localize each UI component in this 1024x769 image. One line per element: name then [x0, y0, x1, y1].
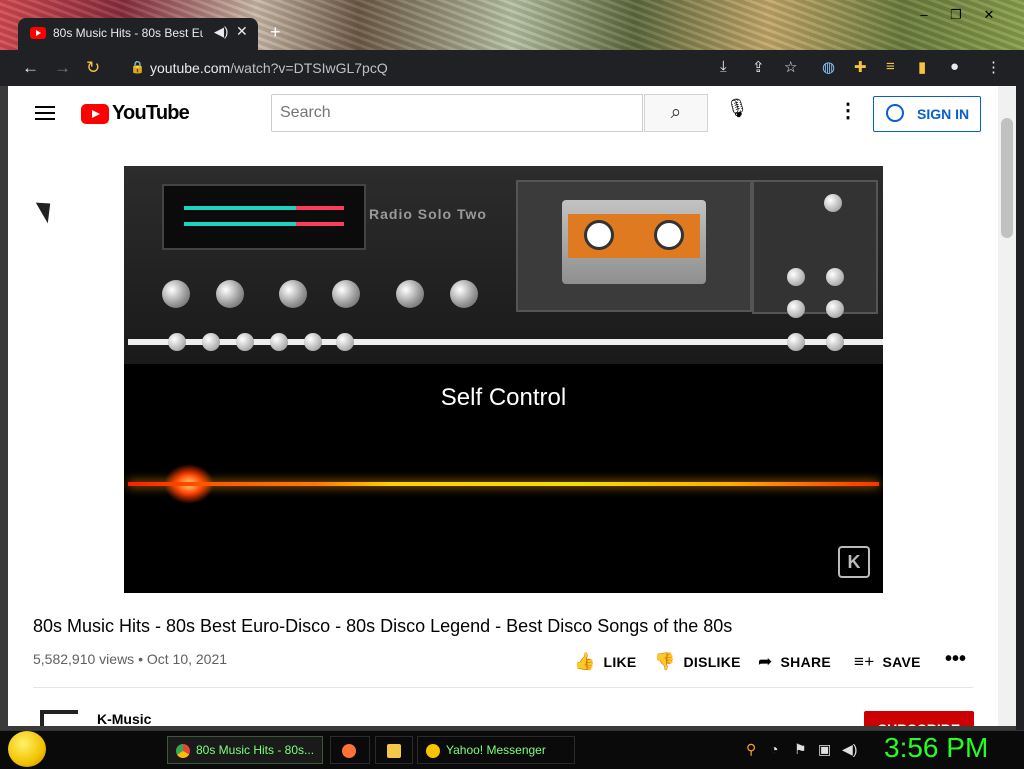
forward-arrow-icon[interactable]: →	[54, 58, 71, 78]
channel-name[interactable]: K-Music	[97, 711, 151, 726]
user-circle-icon	[886, 104, 904, 122]
search-input[interactable]	[271, 94, 643, 132]
media-queue-icon[interactable]: ≡	[886, 58, 895, 75]
taskbar-item-yahoo-messenger[interactable]: Yahoo! Messenger	[417, 736, 575, 764]
flag-icon[interactable]: ⚑	[794, 741, 807, 758]
youtube-logo-text[interactable]: YouTube	[112, 102, 190, 125]
taskbar: 80s Music Hits - 80s... Yahoo! Messenger…	[0, 730, 1024, 769]
start-smiley-icon[interactable]	[8, 731, 46, 767]
back-arrow-icon[interactable]: ←	[22, 58, 39, 78]
more-actions-icon[interactable]: •••	[945, 648, 966, 671]
subscribe-button[interactable]: SUBSCRIBE	[864, 711, 974, 726]
share-button[interactable]: ➦ SHARE	[758, 652, 831, 672]
browser-tab[interactable]: 80s Music Hits - 80s Best Euro-Disco ◀) …	[18, 18, 258, 50]
profile-flag-icon[interactable]: ◍	[822, 58, 835, 76]
extensions-puzzle-icon[interactable]: ✚	[854, 58, 867, 76]
deck-name: Radio Solo Two	[369, 206, 487, 222]
speaker-icon[interactable]: ◀)	[214, 24, 228, 40]
sign-in-button[interactable]: SIGN IN	[873, 96, 981, 132]
chrome-icon	[176, 743, 190, 758]
cassette-tape	[562, 200, 706, 284]
taskbar-clock[interactable]: 3:56 PM	[884, 732, 988, 764]
save-button[interactable]: ≡+ SAVE	[854, 652, 921, 672]
search-icon[interactable]: ⚲	[746, 741, 756, 758]
address-bar[interactable]: 🔒 youtube.com/watch?v=DTSIwGL7pcQ	[118, 54, 808, 82]
tape-deck-artwork: Radio Solo Two	[124, 166, 883, 364]
channel-avatar[interactable]	[40, 710, 78, 726]
video-player[interactable]: Radio Solo Two Self Control K	[124, 166, 883, 593]
mouse-cursor-icon	[35, 196, 59, 224]
youtube-logo-icon[interactable]	[81, 104, 109, 124]
bookmark-star-icon[interactable]: ☆	[784, 58, 797, 76]
taskbar-item-folder[interactable]	[375, 736, 413, 764]
maximize-button[interactable]: ❐	[945, 6, 967, 24]
volume-icon[interactable]: ◀)	[842, 741, 857, 758]
share-arrow-icon: ➦	[758, 652, 773, 671]
tray-status-icon[interactable]: ◔	[770, 741, 778, 757]
tab-title: 80s Music Hits - 80s Best Euro-Disco	[53, 26, 203, 40]
lock-icon: 🔒	[130, 60, 145, 74]
close-window-button[interactable]: ✕	[978, 6, 1000, 24]
video-meta: 5,582,910 views • Oct 10, 2021	[33, 651, 228, 667]
account-avatar-icon[interactable]: ●	[950, 58, 959, 75]
like-button[interactable]: 👍 LIKE	[574, 652, 637, 672]
audio-waveform	[128, 482, 879, 486]
thumbs-up-icon: 👍	[574, 652, 596, 671]
cassette-window	[516, 180, 752, 312]
page-scrollbar[interactable]	[998, 86, 1016, 726]
playlist-add-icon: ≡+	[854, 652, 875, 671]
youtube-favicon-icon	[30, 27, 46, 39]
thumbs-down-icon: 👎	[654, 652, 676, 671]
video-title: 80s Music Hits - 80s Best Euro-Disco - 8…	[33, 616, 733, 636]
window-edge	[1016, 50, 1024, 730]
vu-meter	[162, 184, 366, 250]
minimize-button[interactable]: –	[913, 6, 935, 24]
dislike-button[interactable]: 👎 DISLIKE	[654, 652, 741, 672]
microphone-icon[interactable]: 🎙	[723, 98, 751, 128]
scrollbar-thumb[interactable]	[1001, 118, 1013, 238]
divider	[33, 687, 973, 688]
song-title-overlay: Self Control	[440, 384, 567, 411]
yahoo-messenger-icon	[426, 743, 440, 758]
settings-kebab-icon[interactable]: ⋮	[838, 98, 858, 123]
reload-icon[interactable]: ↻	[86, 58, 100, 78]
install-icon[interactable]: ⤓	[720, 58, 727, 75]
new-tab-button[interactable]: +	[270, 22, 281, 43]
taskbar-item-chrome[interactable]: 80s Music Hits - 80s...	[167, 736, 323, 764]
side-panel-icon[interactable]: ▮	[918, 58, 926, 76]
browser-menu-icon[interactable]: ⋮	[986, 58, 1001, 76]
folder-icon	[387, 743, 401, 758]
hamburger-menu-icon[interactable]	[35, 106, 55, 120]
network-icon[interactable]: ▣	[818, 741, 831, 758]
youtube-page: YouTube ⌕ 🎙 ⋮ SIGN IN Radio Solo Two	[8, 86, 998, 726]
taskbar-item-firefox[interactable]	[330, 736, 370, 764]
browser-toolbar: ← → ↻ 🔒 youtube.com/watch?v=DTSIwGL7pcQ …	[0, 50, 1024, 86]
search-icon[interactable]: ⌕	[644, 94, 708, 132]
url-text: youtube.com/watch?v=DTSIwGL7pcQ	[150, 60, 388, 76]
side-panel	[752, 180, 878, 314]
firefox-icon	[342, 743, 356, 758]
close-tab-icon[interactable]: ✕	[236, 23, 248, 40]
channel-watermark[interactable]: K	[838, 546, 870, 578]
share-page-icon[interactable]: ⇪	[752, 58, 765, 76]
